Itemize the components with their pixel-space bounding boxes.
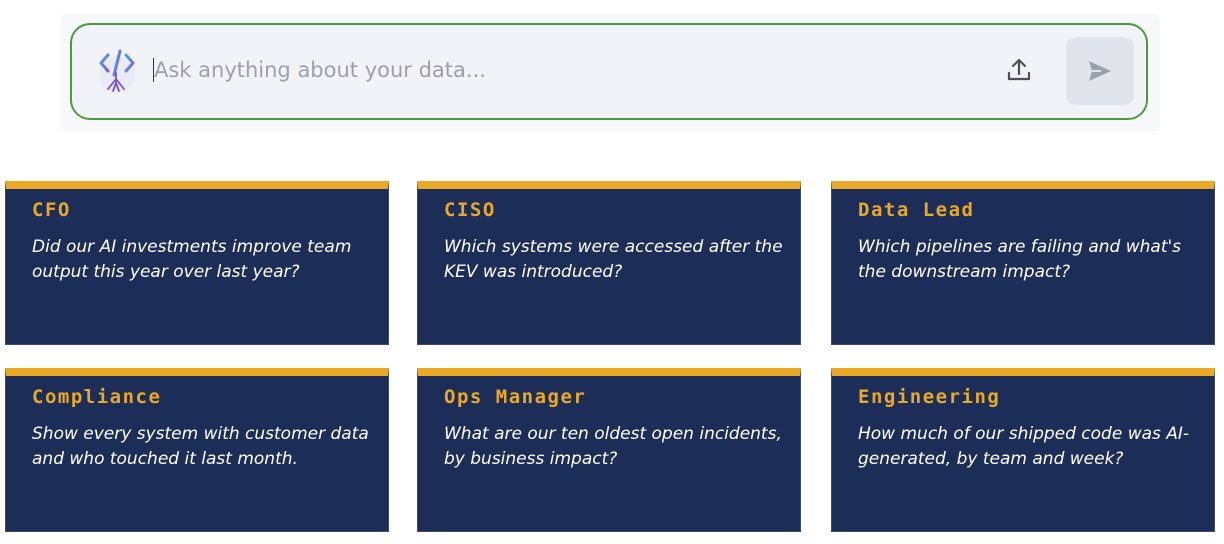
card-question: Which pipelines are failing and what's t… — [858, 237, 1182, 282]
search-input[interactable] — [154, 50, 974, 90]
card-question: Which systems were accessed after the KE… — [444, 237, 783, 282]
card-title: Data Lead — [858, 199, 975, 221]
prompt-card-engineering[interactable]: Engineering How much of our shipped code… — [831, 368, 1215, 532]
card-title: Compliance — [32, 386, 162, 408]
card-question: Did our AI investments improve team outp… — [32, 237, 352, 282]
prompt-card-ops-manager[interactable]: Ops Manager What are our ten oldest open… — [417, 368, 801, 532]
send-icon — [1089, 61, 1111, 81]
send-button[interactable] — [1066, 37, 1134, 105]
prompt-card-cfo[interactable]: CFO Did our AI investments improve team … — [5, 181, 389, 345]
search-bar[interactable] — [70, 23, 1148, 120]
upload-icon — [1007, 58, 1031, 81]
code-tree-logo-icon — [96, 47, 138, 95]
card-title: CFO — [32, 199, 71, 221]
card-question: What are our ten oldest open incidents, … — [444, 424, 782, 469]
card-question: Show every system with customer data and… — [32, 424, 369, 469]
upload-button[interactable] — [1000, 51, 1038, 89]
prompt-card-compliance[interactable]: Compliance Show every system with custom… — [5, 368, 389, 532]
card-question: How much of our shipped code was AI-gene… — [858, 424, 1190, 469]
search-container — [60, 14, 1160, 131]
card-title: CISO — [444, 199, 496, 221]
prompt-card-ciso[interactable]: CISO Which systems were accessed after t… — [417, 181, 801, 345]
card-title: Ops Manager — [444, 386, 587, 408]
prompt-card-data-lead[interactable]: Data Lead Which pipelines are failing an… — [831, 181, 1215, 345]
card-title: Engineering — [858, 386, 1001, 408]
